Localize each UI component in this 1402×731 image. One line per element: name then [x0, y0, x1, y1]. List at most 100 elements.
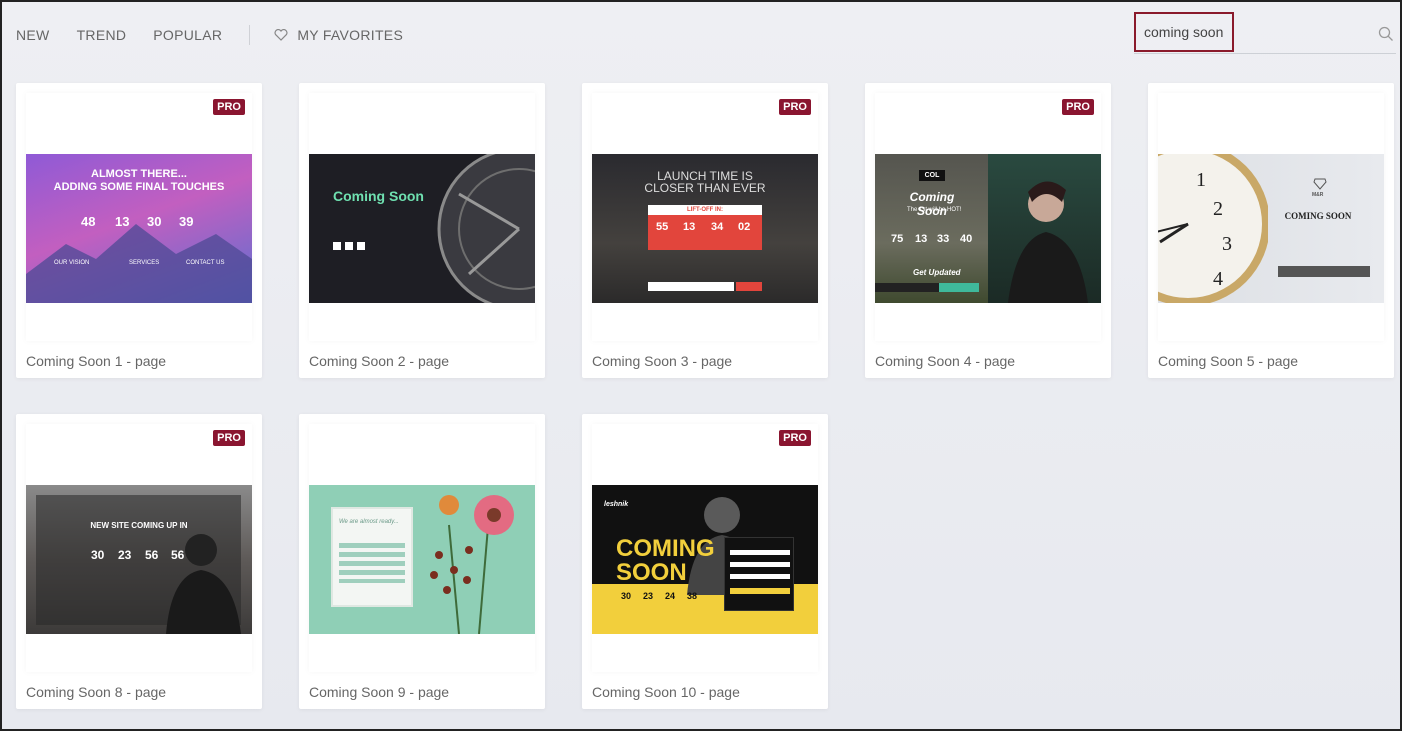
- thumb-column-title: SERVICES: [129, 260, 160, 266]
- form-field-preview: [730, 550, 790, 555]
- countdown-number: 40: [960, 233, 973, 245]
- submit-button-preview: [939, 283, 979, 292]
- mountain-shape: [26, 224, 252, 303]
- clock-numeral: 4: [1213, 268, 1223, 290]
- card-title[interactable]: Coming Soon 4 - page: [875, 353, 1015, 369]
- pro-badge: PRO: [213, 99, 245, 115]
- countdown-number: 30: [147, 214, 162, 229]
- thumb-column-title: CONTACT US: [186, 260, 225, 266]
- countdown-box: LIFT-OFF IN: 55 13 34 02: [648, 205, 762, 250]
- clock-numeral: 3: [1222, 233, 1232, 255]
- card-title[interactable]: Coming Soon 8 - page: [26, 684, 166, 700]
- clock-numeral: 2: [1213, 198, 1223, 220]
- pro-badge: PRO: [213, 430, 245, 446]
- favorites-label: MY FAVORITES: [297, 27, 404, 43]
- thumb-title: Coming Soon: [909, 190, 955, 218]
- template-thumbnail[interactable]: We are almost ready...: [309, 485, 535, 634]
- template-card[interactable]: LAUNCH TIME IS CLOSER THAN EVER LIFT-OFF…: [582, 83, 828, 378]
- flower-graphic: [430, 495, 514, 634]
- countdown-number: 24: [665, 591, 676, 601]
- clock-numeral: 1: [1196, 169, 1206, 191]
- tab-my-favorites[interactable]: MY FAVORITES: [274, 27, 403, 43]
- template-card[interactable]: COL Coming Soon The 1st will be HOT! 75 …: [865, 83, 1111, 378]
- countdown-number: 13: [115, 214, 130, 229]
- category-nav: NEW TREND POPULAR MY FAVORITES: [16, 25, 403, 45]
- thumb-brand: leshnik: [604, 501, 629, 508]
- tab-trend[interactable]: TREND: [77, 27, 127, 43]
- form-lines: [339, 543, 405, 583]
- countdown-number: 39: [179, 214, 194, 229]
- nav-divider: [249, 25, 251, 45]
- template-thumbnail[interactable]: NEW SITE COMING UP IN 30 23 56 56: [26, 485, 252, 634]
- card-title[interactable]: Coming Soon 2 - page: [309, 353, 449, 369]
- countdown-number: 23: [118, 548, 132, 562]
- submit-button-preview: [736, 282, 762, 291]
- card-title[interactable]: Coming Soon 9 - page: [309, 684, 449, 700]
- template-card[interactable]: leshnik COMING SOON 30 23 24 38 PRO Comi…: [582, 414, 828, 709]
- countdown-number: 13: [683, 221, 696, 233]
- card-title[interactable]: Coming Soon 3 - page: [592, 353, 732, 369]
- countdown-number: 34: [711, 221, 724, 233]
- thumb-title: We are almost ready...: [339, 519, 399, 525]
- search-input[interactable]: [1144, 24, 1234, 40]
- template-thumbnail[interactable]: LAUNCH TIME IS CLOSER THAN EVER LIFT-OFF…: [592, 154, 818, 303]
- clock-graphic: [437, 154, 535, 303]
- person-silhouette: [166, 534, 241, 634]
- search-bar: [1134, 12, 1396, 54]
- portrait-panel: [988, 154, 1101, 303]
- template-thumbnail[interactable]: COL Coming Soon The 1st will be HOT! 75 …: [875, 154, 1101, 303]
- thumb-column-title: OUR VISION: [54, 260, 90, 266]
- template-thumbnail[interactable]: ALMOST THERE... ADDING SOME FINAL TOUCHE…: [26, 154, 252, 303]
- template-thumbnail[interactable]: 1 2 3 4 M&R COMING SOON: [1158, 154, 1384, 303]
- form-preview: [1278, 266, 1370, 277]
- countdown-number: 56: [171, 548, 185, 562]
- pro-badge: PRO: [779, 99, 811, 115]
- tab-popular[interactable]: POPULAR: [153, 27, 222, 43]
- countdown-box-title: LIFT-OFF IN:: [648, 205, 762, 215]
- thumb-headline: NEW SITE COMING UP IN: [90, 521, 188, 530]
- card-title[interactable]: Coming Soon 5 - page: [1158, 353, 1298, 369]
- countdown-number: 75: [891, 233, 904, 245]
- email-field-preview: [648, 282, 734, 291]
- diamond-icon: [1313, 178, 1327, 190]
- template-card[interactable]: NEW SITE COMING UP IN 30 23 56 56 PRO Co…: [16, 414, 262, 709]
- template-card[interactable]: ALMOST THERE... ADDING SOME FINAL TOUCHE…: [16, 83, 262, 378]
- countdown-number: 13: [915, 233, 928, 245]
- submit-button-preview: [730, 588, 790, 594]
- card-title[interactable]: Coming Soon 1 - page: [26, 353, 166, 369]
- template-thumbnail[interactable]: Coming Soon: [309, 154, 535, 303]
- portrait-silhouette: [1008, 181, 1088, 303]
- form-field-preview: [730, 562, 790, 567]
- top-bar: NEW TREND POPULAR MY FAVORITES: [2, 2, 1400, 64]
- thumb-title: COMING: [616, 535, 715, 562]
- heart-icon: [274, 29, 288, 41]
- thumb-title: Coming Soon: [333, 188, 424, 204]
- template-card[interactable]: 1 2 3 4 M&R COMING SOON Coming Soon 5 - …: [1148, 83, 1394, 378]
- countdown-number: 38: [687, 591, 698, 601]
- pro-badge: PRO: [1062, 99, 1094, 115]
- form-preview: [724, 537, 794, 611]
- countdown-number: 33: [937, 233, 950, 245]
- thumb-headline: ADDING SOME FINAL TOUCHES: [53, 181, 225, 193]
- thumb-title: COMING SOON: [1284, 211, 1352, 221]
- template-card[interactable]: Coming Soon Coming Soon 2 - page: [299, 83, 545, 378]
- template-thumbnail[interactable]: leshnik COMING SOON 30 23 24 38: [592, 485, 818, 634]
- countdown-number: 23: [643, 591, 654, 601]
- search-icon[interactable]: [1378, 26, 1394, 42]
- thumb-title: SOON: [616, 559, 687, 586]
- tab-new[interactable]: NEW: [16, 27, 50, 43]
- pro-badge: PRO: [779, 430, 811, 446]
- thumb-subtitle: The 1st will be HOT!: [907, 207, 962, 213]
- countdown-number: 56: [145, 548, 159, 562]
- countdown-number: 55: [656, 221, 669, 233]
- countdown-number: 30: [91, 548, 105, 562]
- form-field-preview: [730, 574, 790, 579]
- thumb-headline: ALMOST THERE...: [91, 168, 187, 180]
- template-card[interactable]: We are almost ready... Coming Soon 9 - p…: [299, 414, 545, 709]
- thumb-brand: M&R: [1312, 192, 1324, 198]
- card-title[interactable]: Coming Soon 10 - page: [592, 684, 740, 700]
- countdown-number: 02: [738, 221, 751, 233]
- thumb-cta-text: Get Updated: [913, 268, 961, 277]
- thumb-logo: COL: [919, 170, 945, 181]
- thumb-headline: CLOSER THAN EVER: [644, 181, 766, 195]
